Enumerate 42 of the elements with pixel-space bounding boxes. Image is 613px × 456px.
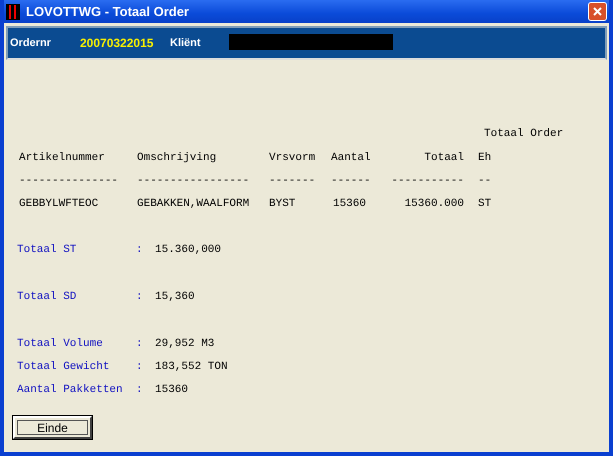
column-rule: --	[477, 174, 492, 189]
separator-colon: :	[136, 290, 144, 305]
total-value: 15360	[155, 383, 188, 398]
table-cell-text: 15360	[332, 197, 367, 212]
app-icon	[6, 4, 20, 20]
column-header: Vrsvorm	[269, 151, 316, 166]
table-cell-text: 15360.000	[404, 197, 464, 212]
table-caption: Totaal Order	[484, 127, 564, 142]
total-label: Totaal Volume	[17, 337, 104, 352]
total-label: Aantal Pakketten	[17, 383, 124, 398]
client-label: Kliënt	[170, 37, 202, 49]
total-value: 29,952 M3	[155, 337, 214, 352]
column-rule: ------	[331, 174, 369, 189]
table-cell-text: GEBBYLWFTEOC	[19, 197, 100, 212]
order-label: Ordernr	[9, 37, 52, 49]
column-header: Artikelnummer	[19, 151, 106, 166]
table-cell-text: BYST	[269, 197, 296, 212]
column-rule: -------	[269, 174, 316, 189]
total-value: 15.360,000	[155, 243, 222, 258]
column-header: Totaal	[423, 151, 464, 166]
column-header: Omschrijving	[137, 151, 218, 166]
table-cell-text: GEBAKKEN,WAALFORM	[137, 197, 250, 212]
column-rule: -----------	[390, 174, 464, 189]
total-label: Totaal SD	[17, 290, 78, 305]
column-rule: ---------------	[19, 174, 120, 189]
column-header: Eh	[477, 151, 492, 166]
table-cell-text: ST	[477, 197, 492, 212]
separator-colon: :	[136, 243, 144, 258]
total-value: 15,360	[155, 290, 195, 305]
total-label: Totaal ST	[17, 243, 78, 258]
total-label: Totaal Gewicht	[17, 360, 110, 375]
separator-colon: :	[136, 383, 144, 398]
order-number: 20070322015	[80, 36, 154, 50]
einde-button[interactable]: Einde	[13, 416, 92, 439]
total-value: 183,552 TON	[155, 360, 228, 375]
window-title: LOVOTTWG - Totaal Order	[26, 4, 190, 19]
separator-colon: :	[136, 360, 144, 375]
column-rule: -----------------	[137, 174, 250, 189]
column-header: Aantal	[331, 151, 369, 166]
separator-colon: :	[136, 337, 144, 352]
close-icon	[593, 7, 602, 16]
close-button[interactable]	[588, 2, 607, 21]
